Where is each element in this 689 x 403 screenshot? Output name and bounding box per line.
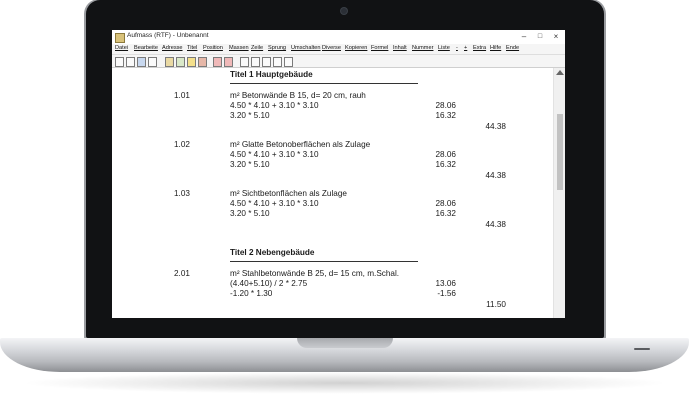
position-number: 1.02 xyxy=(174,140,190,149)
menu-minus[interactable]: - xyxy=(456,45,458,51)
menu-position[interactable]: Position xyxy=(203,45,223,51)
export-icon[interactable] xyxy=(251,57,260,67)
paste-icon[interactable] xyxy=(198,57,207,67)
section-title: Titel 2 Nebengebäude xyxy=(230,248,315,257)
position-description: m² Stahlbetonwände B 25, d= 15 cm, m.Sch… xyxy=(230,269,400,278)
document-area[interactable]: Titel 1 Hauptgebäude 1.01 m² Betonwände … xyxy=(112,68,553,318)
open-icon[interactable] xyxy=(126,57,135,67)
scroll-up-arrow-icon[interactable] xyxy=(556,70,564,75)
window-titlebar[interactable]: Aufmass (RTF) - Unbenannt – □ × xyxy=(112,30,565,45)
redo-icon[interactable] xyxy=(224,57,233,67)
menu-zeile[interactable]: Zeile xyxy=(251,45,263,51)
line-value: 16.32 xyxy=(435,209,457,218)
menu-plus[interactable]: + xyxy=(464,45,467,51)
toolbar xyxy=(112,55,565,68)
position-number: 1.01 xyxy=(174,91,190,100)
line-value: 16.32 xyxy=(435,111,457,120)
save-icon[interactable] xyxy=(137,57,146,67)
print-icon[interactable] xyxy=(148,57,157,67)
webcam xyxy=(341,8,347,14)
menu-formel[interactable]: Formel xyxy=(371,45,388,51)
line-value: 28.06 xyxy=(435,150,457,159)
copy-icon[interactable] xyxy=(187,57,196,67)
undo-icon[interactable] xyxy=(213,57,222,67)
new-icon[interactable] xyxy=(115,57,124,67)
menu-titel[interactable]: Titel xyxy=(187,45,197,51)
lock-icon[interactable] xyxy=(273,57,282,67)
position-total: 44.38 xyxy=(485,220,507,229)
close-button[interactable]: × xyxy=(549,32,563,42)
position-total: 44.38 xyxy=(485,171,507,180)
menu-inhalt[interactable]: Inhalt xyxy=(393,45,407,51)
position-description: m² Glatte Betonoberflächen als Zulage xyxy=(230,140,371,149)
line-value: 28.06 xyxy=(435,199,457,208)
menu-hilfe[interactable]: Hilfe xyxy=(490,45,501,51)
line-value: 28.06 xyxy=(435,101,457,110)
position-total: 11.50 xyxy=(486,300,506,309)
formula-line: 3.20 * 5.10 xyxy=(230,209,270,218)
import-icon[interactable] xyxy=(262,57,271,67)
formula-line: 4.50 * 4.10 + 3.10 * 3.10 xyxy=(230,101,319,110)
scroll-thumb[interactable] xyxy=(557,114,563,190)
formula-line: (4.40+5.10) / 2 * 2.75 xyxy=(230,279,308,288)
menu-umschalten[interactable]: Umschalten xyxy=(291,45,321,51)
laptop-opening-notch xyxy=(297,338,393,348)
menu-liste[interactable]: Liste xyxy=(438,45,450,51)
formula-line: -1.20 * 1.30 xyxy=(230,289,273,298)
position-description: m² Sichtbetonflächen als Zulage xyxy=(230,189,347,198)
laptop-screen: Aufmass (RTF) - Unbenannt – □ × Datei Be… xyxy=(112,30,565,318)
menu-bar: Datei Bearbeite Adresse Titel Position M… xyxy=(112,44,565,55)
formula-line: 4.50 * 4.10 + 3.10 * 3.10 xyxy=(230,199,319,208)
line-value: 16.32 xyxy=(435,160,457,169)
menu-bearbeite[interactable]: Bearbeite xyxy=(134,45,158,51)
app-icon xyxy=(115,33,125,43)
menu-kopieren[interactable]: Kopieren xyxy=(345,45,367,51)
formula-line: 3.20 * 5.10 xyxy=(230,111,270,120)
menu-diverse[interactable]: Diverse xyxy=(322,45,341,51)
window-title: Aufmass (RTF) - Unbenannt xyxy=(127,32,209,39)
menu-massen[interactable]: Massen xyxy=(229,45,249,51)
menu-adresse[interactable]: Adresse xyxy=(162,45,183,51)
section-underline xyxy=(230,83,418,84)
menu-datei[interactable]: Datei xyxy=(115,45,128,51)
position-number: 2.01 xyxy=(174,269,190,278)
minimize-button[interactable]: – xyxy=(517,32,531,42)
menu-extra[interactable]: Extra xyxy=(473,45,486,51)
maximize-button[interactable]: □ xyxy=(533,32,547,42)
settings-icon[interactable] xyxy=(284,57,293,67)
section-title: Titel 1 Hauptgebäude xyxy=(230,70,313,79)
formula-line: 3.20 * 5.10 xyxy=(230,160,270,169)
line-value: -1.56 xyxy=(437,289,456,298)
position-total: 44.38 xyxy=(485,122,507,131)
preview-icon[interactable] xyxy=(165,57,174,67)
line-value: 13.06 xyxy=(435,279,457,288)
position-description: m² Betonwände B 15, d= 20 cm, rauh xyxy=(230,91,366,100)
vertical-scrollbar[interactable] xyxy=(553,68,565,318)
menu-nummer[interactable]: Nummer xyxy=(412,45,433,51)
formula-line: 4.50 * 4.10 + 3.10 * 3.10 xyxy=(230,150,319,159)
laptop-status-led xyxy=(634,348,650,350)
calc-icon[interactable] xyxy=(240,57,249,67)
section-underline xyxy=(230,261,418,262)
menu-sprung[interactable]: Sprung xyxy=(268,45,286,51)
menu-ende[interactable]: Ende xyxy=(506,45,519,51)
position-number: 1.03 xyxy=(174,189,190,198)
cut-icon[interactable] xyxy=(176,57,185,67)
laptop-shadow xyxy=(20,372,669,394)
